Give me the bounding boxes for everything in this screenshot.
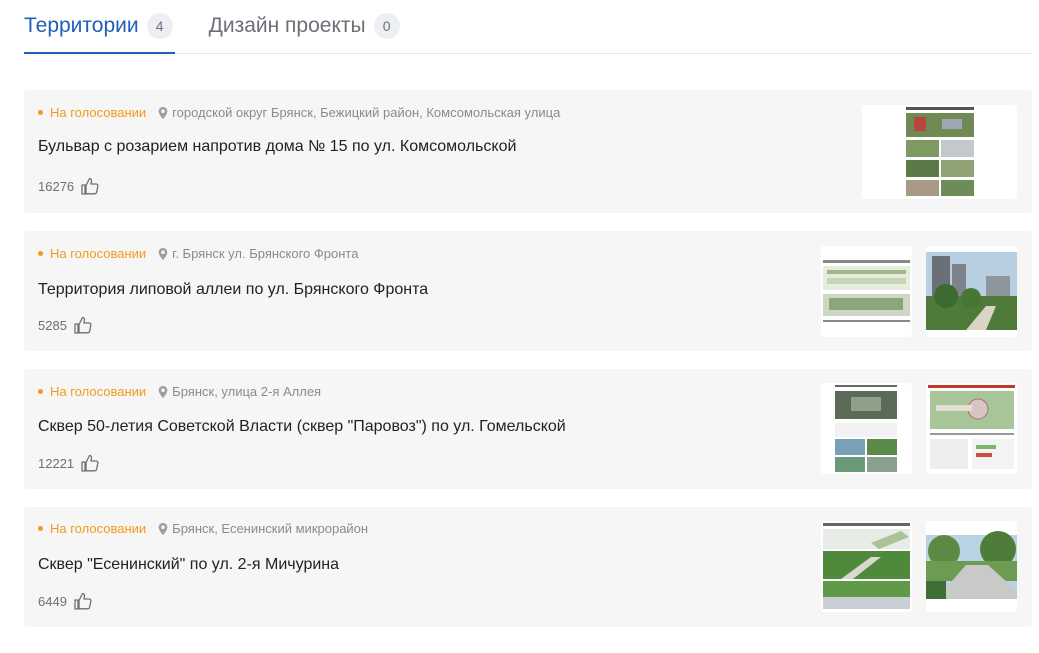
project-thumbnail[interactable] — [821, 246, 912, 337]
project-thumbnail[interactable] — [926, 521, 1017, 612]
tab-design-projects[interactable]: Дизайн проекты 0 — [209, 0, 400, 53]
project-meta: На голосовании Брянск, улица 2-я Аллея — [38, 384, 321, 399]
tab-design-projects-label: Дизайн проекты — [208, 14, 366, 37]
status-label: На голосовании — [50, 521, 147, 536]
project-title[interactable]: Территория липовой аллеи по ул. Брянског… — [38, 281, 428, 299]
tab-design-projects-count: 0 — [373, 13, 400, 39]
project-meta: На голосовании г. Брянск ул. Брянского Ф… — [38, 246, 358, 261]
status-label: На голосовании — [50, 384, 147, 399]
tab-territories-count: 4 — [146, 13, 173, 39]
project-likes: 6449 — [38, 591, 93, 611]
likes-count: 5285 — [38, 317, 67, 333]
status-dot — [38, 526, 43, 531]
project-address: г. Брянск ул. Брянского Фронта — [172, 246, 359, 261]
status-dot — [38, 110, 43, 115]
status-dot — [38, 389, 43, 394]
map-pin-icon — [158, 385, 168, 398]
project-title[interactable]: Бульвар с розарием напротив дома № 15 по… — [38, 138, 516, 156]
thumbs-up-icon[interactable] — [80, 453, 100, 473]
project-address: Брянск, Есенинский микрорайон — [172, 521, 369, 536]
project-card[interactable]: На голосовании г. Брянск ул. Брянского Ф… — [24, 231, 1032, 351]
project-thumbnail[interactable] — [821, 521, 912, 612]
thumbs-up-icon[interactable] — [73, 591, 93, 611]
render-thumbnail-image — [926, 246, 1017, 337]
project-address: Брянск, улица 2-я Аллея — [172, 384, 322, 399]
status-label: На голосовании — [50, 246, 147, 261]
project-meta: На голосовании городской округ Брянск, Б… — [38, 105, 560, 120]
thumbs-up-icon[interactable] — [73, 315, 93, 335]
tab-territories[interactable]: Территории 4 — [24, 0, 175, 54]
project-card[interactable]: На голосовании городской округ Брянск, Б… — [24, 90, 1032, 213]
plan-thumbnail-image — [821, 246, 912, 337]
plan-thumbnail-image — [926, 383, 1017, 474]
map-pin-icon — [158, 106, 168, 119]
project-title[interactable]: Сквер 50-летия Советской Власти (сквер "… — [38, 418, 566, 436]
collage-thumbnail-image — [862, 105, 1017, 199]
project-card[interactable]: На голосовании Брянск, Есенинский микрор… — [24, 507, 1032, 627]
project-thumbnail[interactable] — [821, 383, 912, 474]
likes-count: 16276 — [38, 178, 75, 194]
project-meta: На голосовании Брянск, Есенинский микрор… — [38, 521, 368, 536]
project-address: городской округ Брянск, Бежицкий район, … — [172, 105, 561, 120]
tabs-bar: Территории 4 Дизайн проекты 0 — [24, 0, 1032, 54]
map-pin-icon — [158, 247, 168, 260]
project-thumbnail[interactable] — [926, 383, 1017, 474]
project-likes: 12221 — [38, 453, 100, 473]
likes-count: 6449 — [38, 593, 67, 609]
project-card[interactable]: На голосовании Брянск, улица 2-я Аллея С… — [24, 369, 1032, 489]
render-thumbnail-image — [926, 521, 1017, 612]
project-likes: 5285 — [38, 315, 93, 335]
collage-thumbnail-image — [821, 383, 912, 474]
project-thumbnail[interactable] — [862, 105, 1017, 199]
map-pin-icon — [158, 522, 168, 535]
status-label: На голосовании — [50, 105, 147, 120]
tab-territories-label: Территории — [24, 14, 139, 37]
project-thumbnail[interactable] — [926, 246, 1017, 337]
project-title[interactable]: Сквер "Есенинский" по ул. 2-я Мичурина — [38, 556, 339, 574]
thumbs-up-icon[interactable] — [80, 176, 100, 196]
likes-count: 12221 — [38, 455, 75, 471]
project-likes: 16276 — [38, 176, 100, 196]
collage-thumbnail-image — [821, 521, 912, 612]
status-dot — [38, 251, 43, 256]
